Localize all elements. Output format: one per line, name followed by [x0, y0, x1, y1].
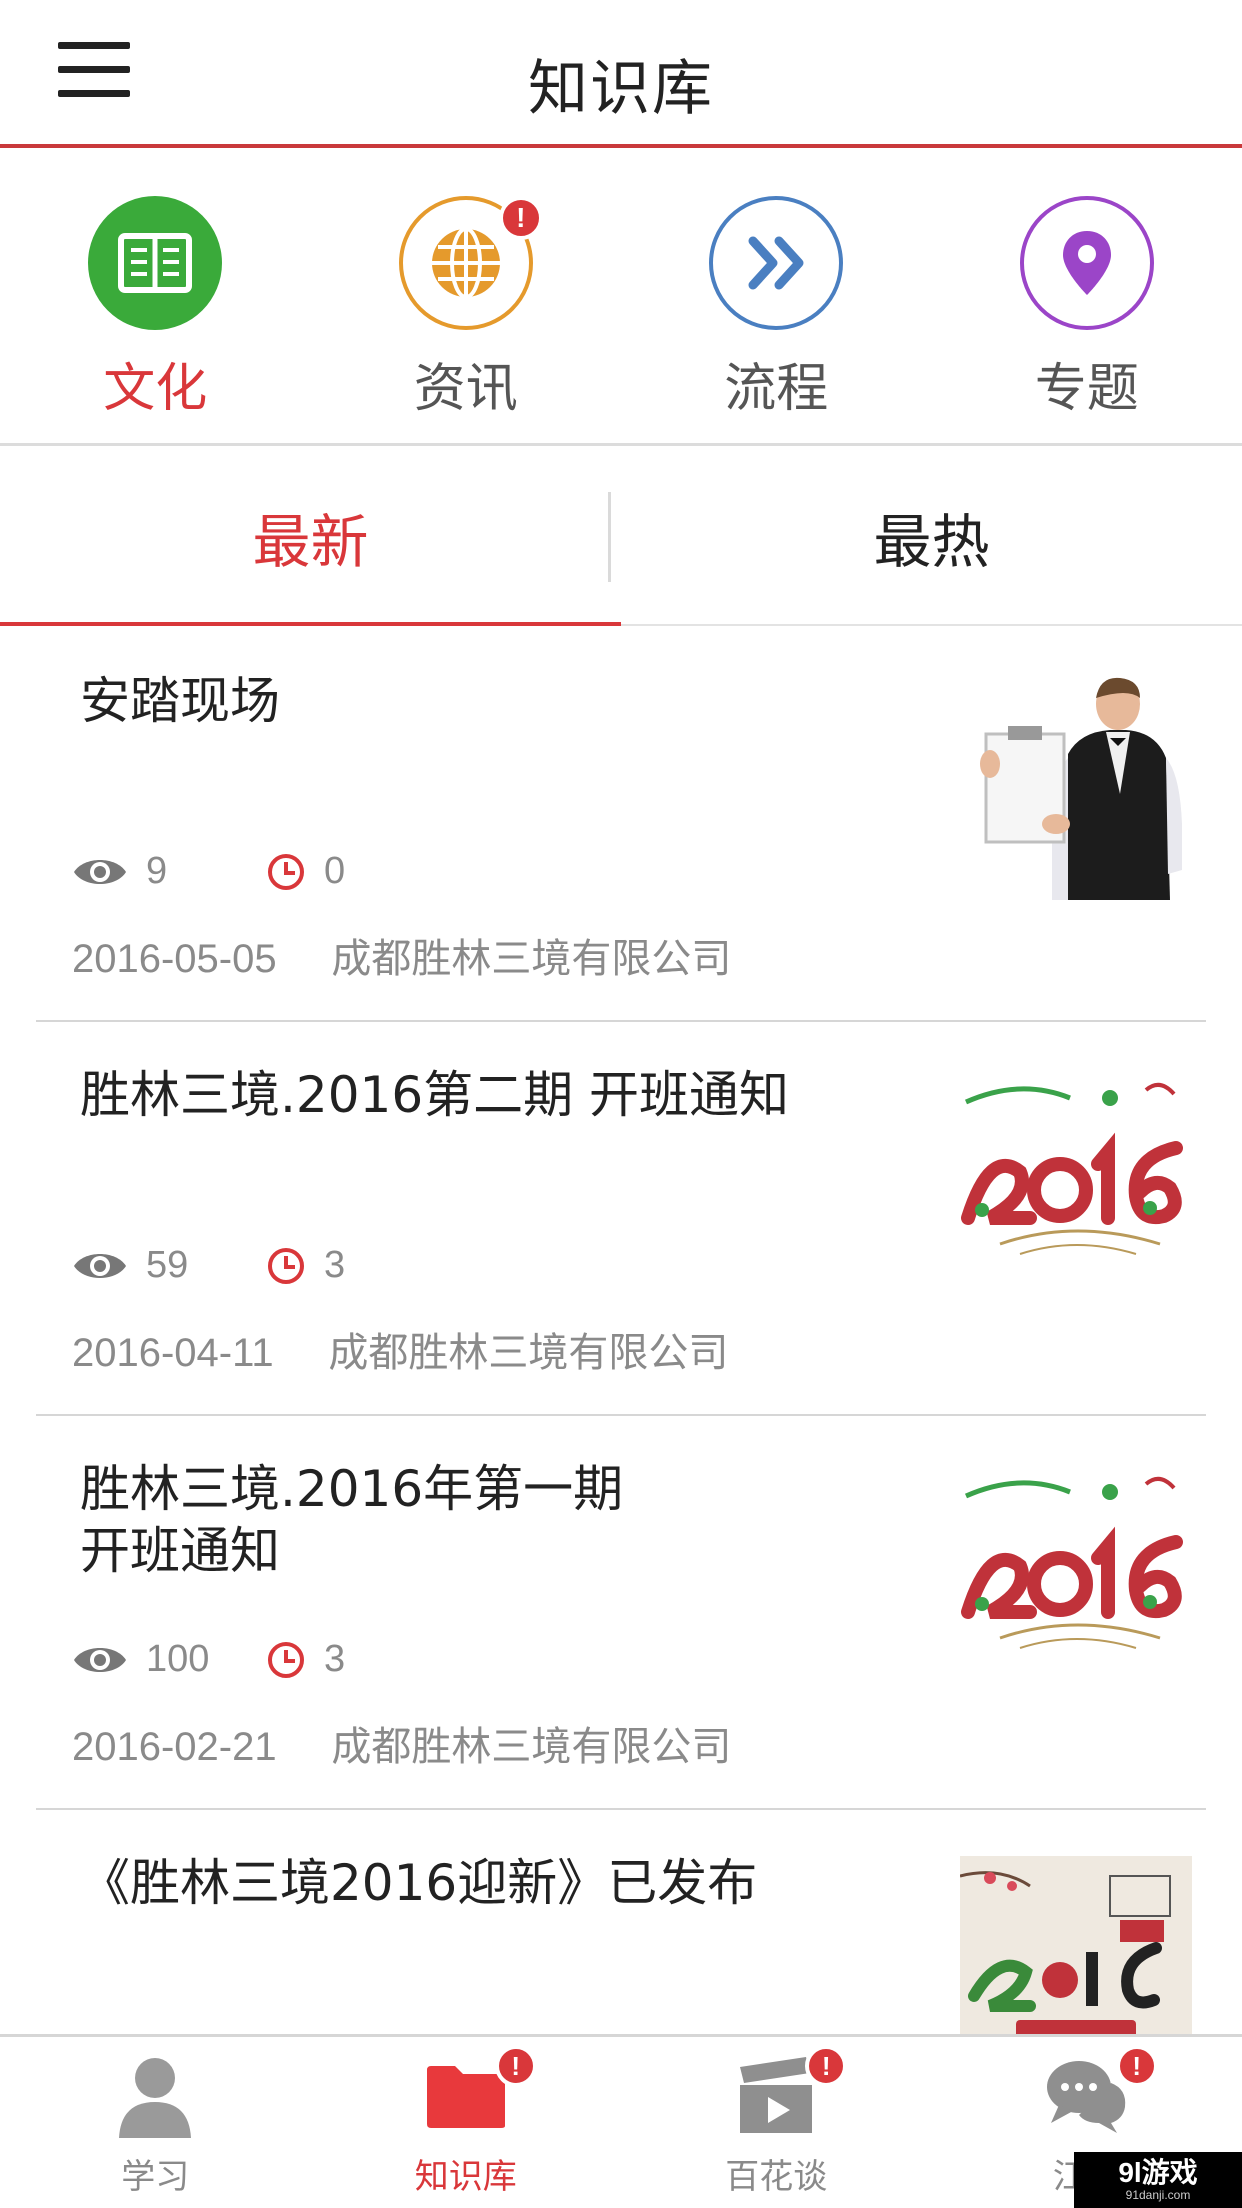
nav-item-study[interactable]: 学习 — [0, 2037, 311, 2208]
clock-icon — [268, 1641, 304, 1678]
article-meta: 2016-04-11 成都胜林三境有限公司 — [72, 1320, 728, 1378]
video-clapper-icon: ! — [731, 2045, 848, 2141]
nav-label: 知识库 — [414, 2157, 517, 2197]
category-culture[interactable]: 文化 — [0, 152, 311, 443]
bottom-nav: 学习 ! 知识库 ! 百花谈 ! 江湖 — [0, 2034, 1242, 2208]
category-bar: 文化 ! 资讯 流程 专题 — [0, 152, 1242, 446]
list-item[interactable]: 安踏现场 9 0 2016-05-05 成都胜林三境有限公司 — [36, 628, 1206, 1022]
article-list: 安踏现场 9 0 2016-05-05 成都胜林三境有限公司 胜林三境.2016… — [0, 628, 1242, 2034]
notification-badge: ! — [498, 196, 543, 240]
article-title: 《胜林三境2016迎新》已发布 — [80, 1854, 758, 1912]
category-process[interactable]: 流程 — [621, 152, 932, 443]
clock-icon — [268, 1247, 304, 1284]
notification-badge: ! — [805, 2045, 848, 2087]
category-news[interactable]: ! 资讯 — [311, 152, 622, 443]
article-title: 安踏现场 — [80, 672, 280, 730]
article-date: 2016-05-05 — [72, 937, 277, 981]
watermark-logo-text: 9l游戏 — [1118, 2157, 1198, 2188]
site-watermark: 9l游戏 91danji.com — [1074, 2152, 1242, 2208]
article-date: 2016-04-11 — [72, 1331, 274, 1375]
category-label: 专题 — [1034, 359, 1139, 419]
page-title: 知识库 — [528, 54, 714, 124]
article-company: 成都胜林三境有限公司 — [328, 1330, 729, 1376]
category-label: 文化 — [103, 359, 208, 419]
chat-bubbles-icon: ! — [1042, 2045, 1158, 2141]
comment-count: 3 — [324, 1244, 346, 1286]
view-count: 100 — [146, 1638, 210, 1680]
category-label: 资讯 — [413, 359, 518, 419]
category-topic[interactable]: 专题 — [932, 152, 1242, 443]
category-label: 流程 — [724, 359, 829, 419]
sort-tabs: 最新 最热 — [0, 449, 1242, 626]
article-company: 成都胜林三境有限公司 — [331, 936, 732, 982]
article-date: 2016-02-21 — [72, 1725, 277, 1769]
nav-label: 学习 — [121, 2157, 190, 2197]
list-item[interactable]: 胜林三境.2016年第一期 开班通知 100 3 2016-02-21 成都胜林… — [36, 1416, 1206, 1810]
eye-icon — [74, 1253, 126, 1278]
article-stats: 59 3 — [72, 1244, 444, 1287]
tab-divider — [608, 492, 611, 582]
nav-label: 百花谈 — [725, 2157, 828, 2197]
article-title: 胜林三境.2016年第一期 开班通知 — [80, 1460, 624, 1580]
list-item[interactable]: 胜林三境.2016第二期 开班通知 59 3 2016-04-11 成都胜林三境… — [36, 1022, 1206, 1416]
view-count: 59 — [146, 1244, 189, 1286]
notification-badge: ! — [1115, 2045, 1158, 2087]
location-pin-icon — [1019, 196, 1154, 330]
tab-hottest[interactable]: 最热 — [621, 449, 1242, 624]
comment-count: 0 — [324, 850, 346, 892]
article-company: 成都胜林三境有限公司 — [331, 1724, 732, 1770]
person-icon — [110, 2051, 200, 2141]
waiter-holding-board-image — [960, 674, 1192, 900]
2016-class-start-image — [960, 1462, 1192, 1688]
nav-item-knowledge-base[interactable]: ! 知识库 — [311, 2037, 622, 2208]
tab-latest[interactable]: 最新 — [0, 449, 621, 626]
article-meta: 2016-05-05 成都胜林三境有限公司 — [72, 926, 731, 984]
watermark-url: 91danji.com — [1125, 2188, 1191, 2202]
globe-icon: ! — [398, 196, 543, 330]
double-chevron-right-icon — [709, 196, 844, 330]
book-icon — [88, 196, 223, 330]
2016-class-start-image — [960, 1068, 1192, 1294]
article-meta: 2016-02-21 成都胜林三境有限公司 — [72, 1714, 731, 1772]
view-count: 9 — [146, 850, 168, 892]
eye-icon — [74, 1647, 126, 1672]
article-title: 胜林三境.2016第二期 开班通知 — [80, 1066, 790, 1124]
folder-icon: ! — [421, 2045, 537, 2141]
article-stats: 100 3 — [72, 1638, 444, 1681]
list-item[interactable]: 《胜林三境2016迎新》已发布 — [36, 1810, 1206, 2034]
article-stats: 9 0 — [72, 850, 444, 893]
nav-item-talks[interactable]: ! 百花谈 — [621, 2037, 932, 2208]
eye-icon — [74, 859, 126, 884]
clock-icon — [268, 853, 304, 890]
notification-badge: ! — [494, 2045, 537, 2087]
app-header: 知识库 — [0, 0, 1242, 148]
2016-new-year-poster-image — [960, 1856, 1192, 2034]
comment-count: 3 — [324, 1638, 346, 1680]
